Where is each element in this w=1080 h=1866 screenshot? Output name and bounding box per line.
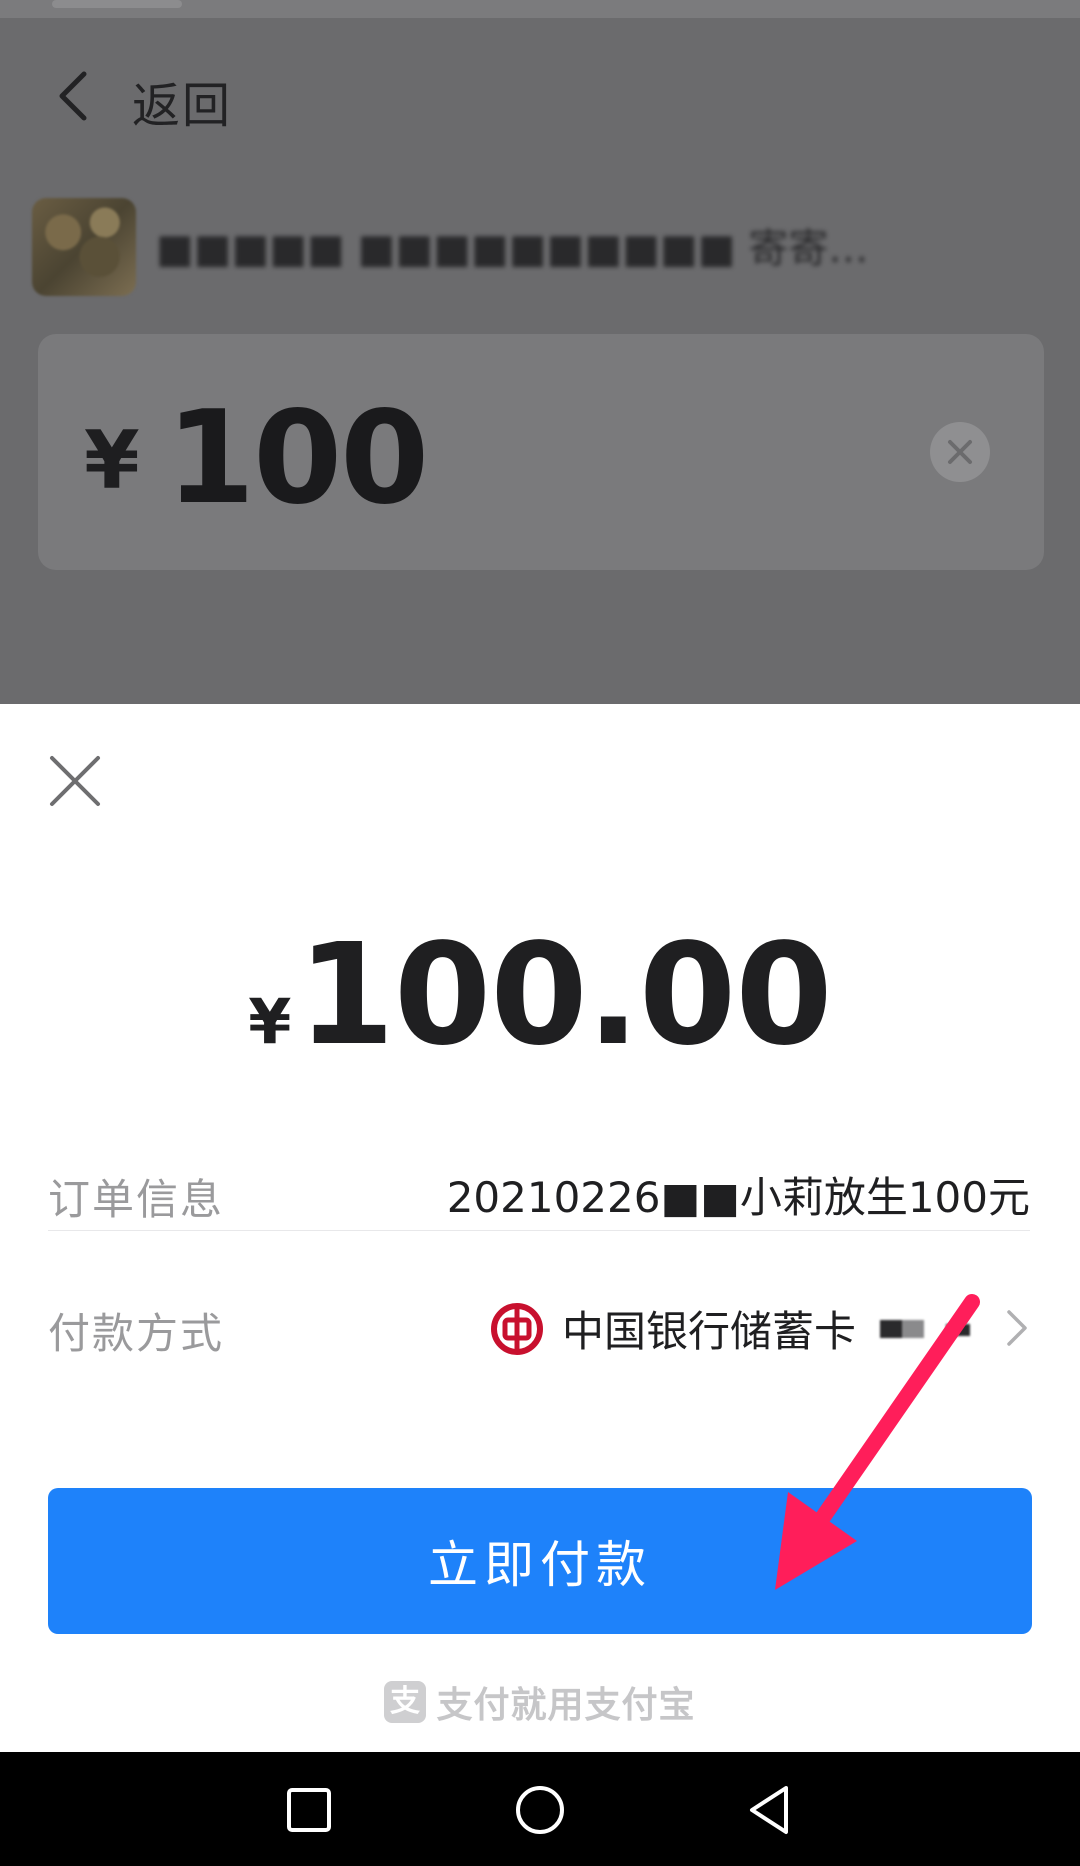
payee-name: ■■■■■ ■■■■■■■■■■ 寄寄… <box>156 226 869 272</box>
back-label[interactable]: 返回 <box>132 66 232 136</box>
bank-of-china-icon <box>490 1302 543 1355</box>
amount-input[interactable]: 100 <box>166 384 429 533</box>
masked-card-number <box>880 1313 980 1344</box>
chevron-right-icon[interactable] <box>1004 1308 1030 1348</box>
payment-method-value: 中国银行储蓄卡 <box>490 1298 980 1359</box>
order-info-row: 订单信息 20210226■■小莉放生100元 <box>48 1130 1030 1250</box>
close-icon[interactable] <box>48 754 102 808</box>
clear-icon <box>948 440 972 464</box>
back-chevron-icon[interactable] <box>52 70 94 122</box>
back-icon[interactable] <box>742 1782 798 1838</box>
payee-row: ■■■■■ ■■■■■■■■■■ 寄寄… <box>0 194 1080 298</box>
amount-input-card[interactable]: ¥ 100 <box>38 334 1044 570</box>
bank-name: 中国银行储蓄卡 <box>561 1307 856 1356</box>
pay-now-button[interactable]: 立即付款 <box>48 1488 1032 1634</box>
total-currency-symbol: ¥ <box>248 985 292 1058</box>
background-page: 返回 ■■■■■ ■■■■■■■■■■ 寄寄… ¥ 100 <box>0 0 1080 704</box>
alipay-logo-icon: 支 <box>384 1681 427 1723</box>
recent-apps-icon[interactable] <box>281 1782 337 1838</box>
divider <box>48 1230 1030 1231</box>
payment-sheet: ¥100.00 订单信息 20210226■■小莉放生100元 付款方式 中国银… <box>0 704 1080 1752</box>
status-bar-text <box>52 0 182 8</box>
order-info-label: 订单信息 <box>48 1175 225 1224</box>
payment-total: ¥100.00 <box>0 914 1080 1077</box>
home-icon[interactable] <box>512 1782 568 1838</box>
total-amount-value: 100.00 <box>297 914 832 1077</box>
alipay-footer: 支支付就用支付宝 <box>0 1676 1080 1728</box>
clear-amount-button[interactable] <box>930 422 990 482</box>
payment-method-row[interactable]: 付款方式 中国银行储蓄卡 <box>48 1264 1030 1384</box>
system-navigation-bar <box>0 1752 1080 1866</box>
payment-method-label: 付款方式 <box>48 1309 225 1358</box>
alipay-slogan: 支付就用支付宝 <box>436 1685 696 1726</box>
payee-avatar <box>32 198 136 296</box>
order-info-value: 20210226■■小莉放生100元 <box>446 1173 1030 1222</box>
top-nav-bar: 返回 <box>0 60 1080 134</box>
status-bar <box>0 0 1080 18</box>
amount-currency-symbol: ¥ <box>84 414 140 507</box>
